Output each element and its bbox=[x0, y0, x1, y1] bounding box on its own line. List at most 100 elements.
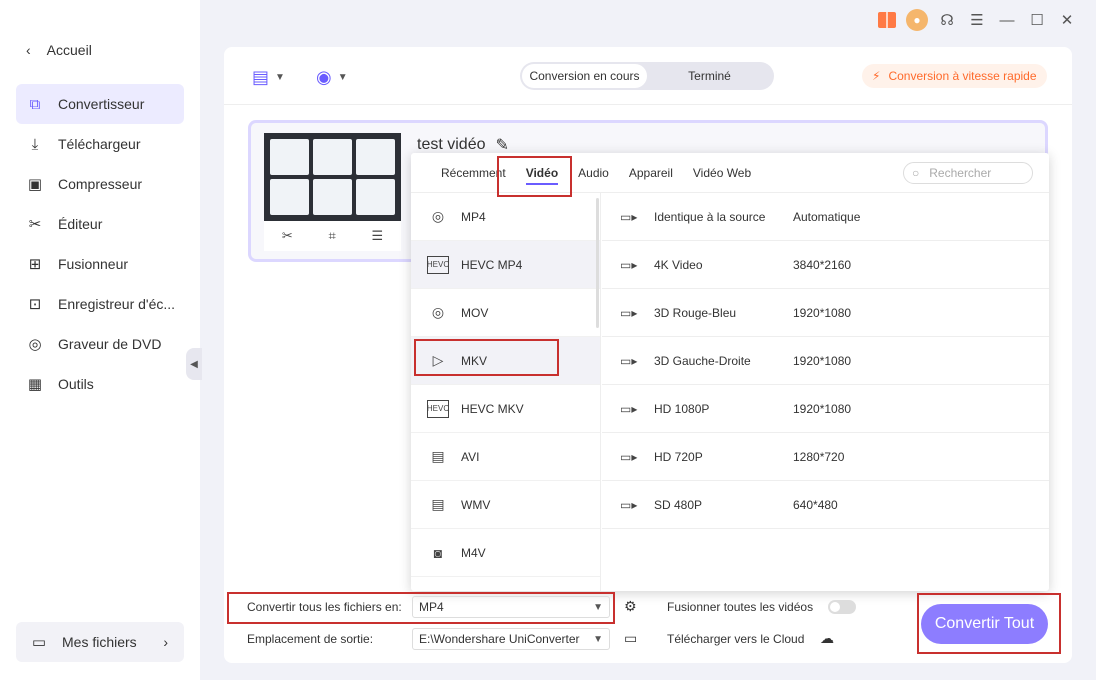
sidebar-item-graveur-dvd[interactable]: ◎ Graveur de DVD bbox=[16, 324, 184, 364]
menu-icon[interactable]: ☰ bbox=[962, 5, 992, 35]
resolution-item[interactable]: ▭▸ SD 480P 640*480 bbox=[602, 481, 1049, 529]
sidebar-collapse-handle[interactable]: ◀ bbox=[186, 348, 202, 380]
merge-icon: ⊞ bbox=[28, 256, 42, 273]
output-location-select[interactable]: E:\Wondershare UniConverter ▼ bbox=[412, 628, 610, 650]
resolution-item[interactable]: ▭▸ 3D Rouge-Bleu 1920*1080 bbox=[602, 289, 1049, 337]
search-placeholder: Rechercher bbox=[929, 166, 992, 180]
format-label: HEVC MKV bbox=[461, 401, 524, 416]
tab-in-progress[interactable]: Conversion en cours bbox=[522, 64, 647, 88]
convert-icon: ⧉ bbox=[29, 95, 41, 113]
tab-finished[interactable]: Terminé bbox=[647, 64, 772, 88]
high-speed-label: Conversion à vitesse rapide bbox=[888, 69, 1037, 83]
mp4-icon: ◎ bbox=[431, 208, 445, 224]
thumbnail-actions: ✂ ⌗ ☰ bbox=[264, 221, 401, 251]
cloud-upload-label: Télécharger vers le Cloud bbox=[667, 632, 805, 646]
sidebar-item-compresseur[interactable]: ▣ Compresseur bbox=[16, 164, 184, 204]
annotation-highlight-video-tab bbox=[497, 156, 572, 197]
maximize-icon[interactable]: ☐ bbox=[1022, 5, 1052, 35]
format-item-avi[interactable]: ▤ AVI bbox=[411, 433, 600, 481]
annotation-highlight-mkv bbox=[414, 339, 559, 376]
format-item-m4v[interactable]: ◙ M4V bbox=[411, 529, 600, 577]
effects-icon[interactable]: ☰ bbox=[371, 228, 383, 244]
format-label: MOV bbox=[461, 305, 489, 320]
resolution-name: Identique à la source bbox=[654, 209, 766, 224]
format-item-mp4[interactable]: ◎ MP4 bbox=[411, 193, 600, 241]
sidebar-item-label: Fusionneur bbox=[58, 256, 129, 272]
resolution-name: HD 1080P bbox=[654, 401, 710, 416]
add-disc-button[interactable]: ◉ ▼ bbox=[316, 63, 348, 91]
sidebar: ‹ Accueil ⧉ Convertisseur ⤓ Téléchargeur… bbox=[0, 0, 200, 680]
resolution-value: Automatique bbox=[793, 209, 861, 224]
sidebar-item-fusionneur[interactable]: ⊞ Fusionneur bbox=[16, 244, 184, 284]
back-home-link[interactable]: ‹ Accueil bbox=[26, 42, 92, 58]
format-item-wmv[interactable]: ▤ WMV bbox=[411, 481, 600, 529]
resolution-item[interactable]: ▭▸ HD 1080P 1920*1080 bbox=[602, 385, 1049, 433]
resolution-value: 1920*1080 bbox=[793, 305, 852, 320]
m4v-icon: ◙ bbox=[433, 544, 443, 561]
output-location-value: E:\Wondershare UniConverter bbox=[419, 632, 580, 646]
high-speed-badge[interactable]: ⚡ Conversion à vitesse rapide bbox=[862, 64, 1047, 88]
resolution-item[interactable]: ▭▸ 4K Video 3840*2160 bbox=[602, 241, 1049, 289]
gift-icon[interactable] bbox=[872, 5, 902, 35]
settings-icon[interactable]: ⚙ bbox=[624, 598, 637, 615]
tab-device[interactable]: Appareil bbox=[619, 153, 683, 193]
resolution-name: HD 720P bbox=[654, 449, 703, 464]
dvd-icon: ◎ bbox=[28, 336, 42, 353]
compress-icon: ▣ bbox=[27, 176, 43, 193]
clapper-icon: ▤ bbox=[431, 496, 445, 512]
format-list-scrollbar[interactable] bbox=[596, 198, 599, 328]
resolution-value: 3840*2160 bbox=[793, 257, 852, 272]
main-toolbar: ▤ ▼ ◉ ▼ Conversion en cours Terminé ⚡ Co… bbox=[224, 47, 1072, 105]
search-icon: ○ bbox=[912, 166, 920, 180]
sidebar-item-outils[interactable]: ▦ Outils bbox=[16, 364, 184, 404]
format-search-input[interactable]: ○ Rechercher bbox=[903, 162, 1033, 184]
add-file-button[interactable]: ▤ ▼ bbox=[252, 63, 285, 91]
sidebar-item-telechargeur[interactable]: ⤓ Téléchargeur bbox=[16, 124, 184, 164]
headset-icon[interactable]: ☊ bbox=[932, 5, 962, 35]
close-icon[interactable]: ✕ bbox=[1052, 5, 1082, 35]
minimize-icon[interactable]: — bbox=[992, 5, 1022, 35]
lightning-icon: ⚡ bbox=[872, 69, 881, 83]
cloud-icon[interactable]: ☁ bbox=[820, 630, 834, 647]
caret-down-icon: ▼ bbox=[337, 71, 348, 83]
back-label: Accueil bbox=[46, 42, 92, 58]
format-item-hevc-mkv[interactable]: HEVC HEVC MKV bbox=[411, 385, 600, 433]
add-file-icon: ▤ bbox=[252, 66, 270, 87]
avatar-icon[interactable]: ● bbox=[902, 5, 932, 35]
resolution-value: 1280*720 bbox=[793, 449, 845, 464]
format-label: WMV bbox=[461, 497, 491, 512]
format-item-mov[interactable]: ◎ MOV bbox=[411, 289, 600, 337]
clapper-icon: ▤ bbox=[431, 448, 445, 464]
video-file-icon: ▭▸ bbox=[620, 497, 638, 512]
resolution-value: 1920*1080 bbox=[793, 353, 852, 368]
resolution-item[interactable]: ▭▸ HD 720P 1280*720 bbox=[602, 433, 1049, 481]
sidebar-item-label: Graveur de DVD bbox=[58, 336, 162, 352]
thumbnail-image bbox=[264, 133, 401, 221]
download-icon: ⤓ bbox=[31, 135, 39, 153]
sidebar-item-convertisseur[interactable]: ⧉ Convertisseur bbox=[16, 84, 184, 124]
conversion-status-tabs: Conversion en cours Terminé bbox=[520, 62, 774, 90]
sidebar-nav: ⧉ Convertisseur ⤓ Téléchargeur ▣ Compres… bbox=[16, 84, 184, 404]
video-file-icon: ▭▸ bbox=[620, 401, 638, 416]
sidebar-item-enregistreur[interactable]: ⊡ Enregistreur d'éc... bbox=[16, 284, 184, 324]
video-file-icon: ▭▸ bbox=[620, 305, 638, 320]
mov-icon: ◎ bbox=[431, 304, 445, 320]
resolution-value: 640*480 bbox=[793, 497, 838, 512]
folder-icon[interactable]: ▭ bbox=[624, 630, 637, 647]
format-label: MP4 bbox=[461, 209, 486, 224]
tools-icon: ▦ bbox=[27, 376, 43, 393]
merge-videos-toggle[interactable] bbox=[828, 600, 856, 614]
resolution-item[interactable]: ▭▸ Identique à la source Automatique bbox=[602, 193, 1049, 241]
tab-audio[interactable]: Audio bbox=[568, 153, 619, 193]
resolution-item[interactable]: ▭▸ 3D Gauche-Droite 1920*1080 bbox=[602, 337, 1049, 385]
tab-web-video[interactable]: Vidéo Web bbox=[683, 153, 761, 193]
video-thumbnail[interactable]: ✂ ⌗ ☰ bbox=[264, 133, 401, 251]
merge-videos-label: Fusionner toutes les vidéos bbox=[667, 600, 814, 614]
sidebar-item-editeur[interactable]: ✂ Éditeur bbox=[16, 204, 184, 244]
crop-icon[interactable]: ⌗ bbox=[328, 228, 335, 244]
format-item-hevc-mp4[interactable]: HEVC HEVC MP4 bbox=[411, 241, 600, 289]
trim-icon[interactable]: ✂ bbox=[282, 228, 293, 244]
hevc-icon: HEVC bbox=[427, 255, 449, 274]
my-files-button[interactable]: ▭ Mes fichiers › bbox=[16, 622, 184, 662]
resolution-name: 3D Gauche-Droite bbox=[654, 353, 751, 368]
